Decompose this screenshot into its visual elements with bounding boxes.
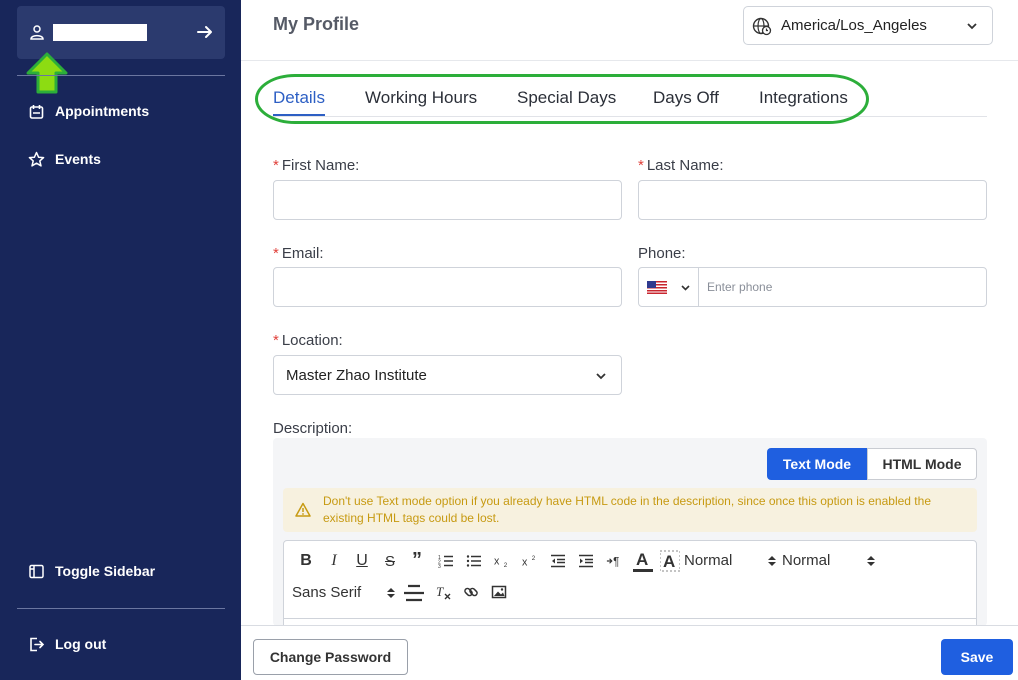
sidebar-divider: [17, 608, 225, 609]
sidebar-item-label: Events: [55, 151, 101, 167]
calendar-icon: [29, 104, 44, 119]
user-icon: [30, 25, 44, 40]
highlight-color-icon[interactable]: A: [659, 548, 681, 574]
location-label: * Location:: [273, 332, 343, 349]
chevron-down-icon[interactable]: [680, 282, 691, 293]
select-updown-icon: [867, 556, 875, 566]
globe-clock-icon: [752, 17, 772, 35]
star-icon: [28, 151, 45, 167]
email-label: * Email:: [273, 245, 324, 262]
select-updown-icon: [387, 588, 395, 598]
sidebar-item-events[interactable]: Events: [28, 148, 101, 170]
svg-text:¶: ¶: [613, 556, 619, 568]
text-mode-button[interactable]: Text Mode: [767, 448, 867, 480]
chevron-down-icon: [596, 373, 606, 380]
blockquote-icon[interactable]: ”: [409, 549, 425, 571]
subscript-icon[interactable]: x2: [492, 552, 512, 570]
underline-icon[interactable]: U: [354, 552, 370, 570]
bold-icon[interactable]: B: [298, 552, 314, 570]
svg-text:2: 2: [532, 555, 536, 562]
logout-label: Log out: [55, 636, 107, 652]
location-value: Master Zhao Institute: [286, 367, 427, 384]
timezone-select[interactable]: America/Los_Angeles: [743, 6, 993, 45]
logout-icon: [30, 637, 45, 651]
strikethrough-icon[interactable]: S: [382, 552, 398, 570]
phone-separator: [698, 268, 699, 306]
svg-text:2: 2: [504, 562, 508, 569]
phone-label: Phone:: [638, 245, 686, 262]
warning-icon: [295, 502, 311, 517]
warning-alert: Don't use Text mode option if you alread…: [283, 488, 977, 532]
us-flag-icon[interactable]: [647, 281, 667, 294]
annotation-arrow-up-icon: [26, 52, 68, 94]
bullet-list-icon[interactable]: [465, 552, 483, 570]
sidebar-layout-icon: [29, 564, 44, 578]
timezone-value: America/Los_Angeles: [781, 17, 927, 34]
sidebar-item-appointments[interactable]: Appointments: [28, 100, 149, 122]
svg-text:x: x: [494, 556, 500, 568]
chevron-down-icon: [967, 23, 977, 30]
text-direction-icon[interactable]: ¶: [604, 551, 624, 571]
header-divider: [241, 60, 1018, 61]
svg-text:A: A: [636, 550, 648, 569]
user-name-redacted: [53, 24, 147, 41]
phone-input[interactable]: Enter phone: [707, 280, 772, 294]
save-button[interactable]: Save: [941, 639, 1013, 675]
last-name-field[interactable]: [638, 180, 987, 220]
first-name-label: * First Name:: [273, 157, 360, 174]
ordered-list-icon[interactable]: 123: [437, 552, 455, 570]
editor-toolbar-divider: [283, 618, 977, 619]
toggle-sidebar-button[interactable]: Toggle Sidebar: [28, 560, 155, 582]
select-updown-icon: [768, 556, 776, 566]
sidebar-divider: [17, 75, 225, 76]
arrow-right-icon[interactable]: [195, 22, 215, 42]
heading-select[interactable]: Normal: [684, 552, 732, 569]
last-name-label: * Last Name:: [638, 157, 724, 174]
outdent-icon[interactable]: [549, 552, 567, 570]
email-field[interactable]: [273, 267, 622, 307]
logout-button[interactable]: Log out: [28, 633, 106, 655]
change-password-button[interactable]: Change Password: [253, 639, 408, 675]
image-icon[interactable]: [490, 583, 508, 601]
first-name-field[interactable]: [273, 180, 622, 220]
svg-text:x: x: [522, 556, 528, 568]
location-select[interactable]: Master Zhao Institute: [273, 355, 622, 395]
sidebar-item-label: Appointments: [55, 103, 150, 119]
italic-icon[interactable]: I: [326, 552, 342, 570]
svg-text:A: A: [663, 552, 675, 571]
warning-text: Don't use Text mode option if you alread…: [323, 494, 931, 525]
font-family-select[interactable]: Sans Serif: [292, 584, 361, 601]
indent-icon[interactable]: [577, 552, 595, 570]
html-mode-button[interactable]: HTML Mode: [867, 448, 977, 480]
toggle-sidebar-label: Toggle Sidebar: [55, 563, 156, 579]
font-size-select[interactable]: Normal: [782, 552, 830, 569]
font-color-icon[interactable]: A: [632, 548, 654, 574]
align-icon[interactable]: [402, 582, 426, 604]
superscript-icon[interactable]: x2: [520, 552, 540, 570]
phone-field-group: Enter phone: [638, 267, 987, 307]
footer-divider: [241, 625, 1018, 626]
svg-text:3: 3: [438, 564, 441, 569]
annotation-highlight-outline: [255, 74, 869, 124]
description-label: Description:: [273, 420, 353, 437]
clear-format-icon[interactable]: T: [434, 583, 452, 601]
sidebar: Appointments Events Toggle Sidebar Log o…: [0, 0, 241, 680]
link-icon[interactable]: [462, 583, 480, 601]
page-title: My Profile: [273, 14, 360, 34]
svg-text:T: T: [436, 584, 444, 599]
